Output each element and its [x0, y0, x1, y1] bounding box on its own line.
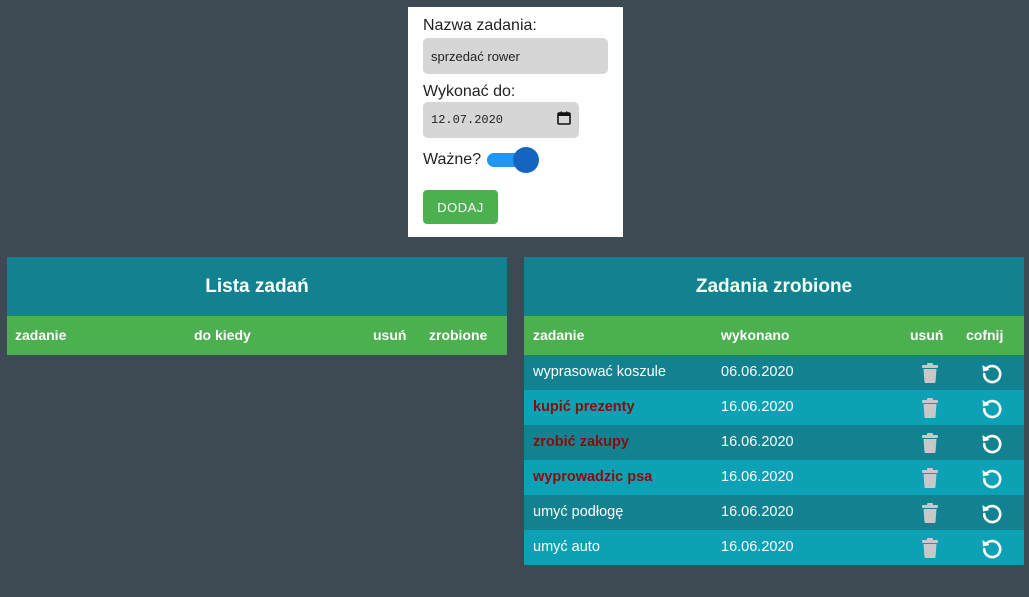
done-row: wyprasować koszule 06.06.2020: [524, 355, 1024, 390]
done-row-date: 16.06.2020: [721, 504, 794, 520]
done-row-date: 16.06.2020: [721, 469, 794, 485]
done-row: zrobić zakupy 16.06.2020: [524, 425, 1024, 460]
undo-icon[interactable]: [981, 502, 1003, 528]
important-label: Ważne?: [423, 151, 482, 168]
important-toggle[interactable]: [487, 147, 540, 173]
done-header-row: zadanie wykonano usuń cofnij: [524, 316, 1024, 355]
done-row-task: umyć podłogę: [533, 504, 624, 520]
trash-icon[interactable]: [921, 433, 939, 457]
done-col-completed: wykonano: [721, 327, 790, 343]
done-row-date: 16.06.2020: [721, 399, 794, 415]
add-task-form: Nazwa zadania: sprzedać rower Wykonać do…: [408, 7, 623, 237]
task-name-label: Nazwa zadania:: [423, 17, 537, 34]
undo-icon[interactable]: [981, 537, 1003, 563]
undo-icon[interactable]: [981, 432, 1003, 458]
calendar-icon[interactable]: [557, 111, 571, 129]
toggle-knob: [513, 147, 540, 173]
important-row: Ważne?: [423, 146, 608, 174]
add-button[interactable]: DODAJ: [423, 190, 498, 224]
done-panel-title: Zadania zrobione: [524, 257, 1024, 316]
done-col-undo: cofnij: [966, 327, 1004, 343]
due-date-input[interactable]: 12.07.2020: [423, 102, 579, 138]
todo-col-due: do kiedy: [194, 327, 251, 343]
due-date-value: 12.07.2020: [431, 113, 504, 127]
done-row-date: 06.06.2020: [721, 364, 794, 380]
done-panel: Zadania zrobione zadanie wykonano usuń c…: [524, 257, 1024, 565]
done-row-task: umyć auto: [533, 539, 600, 555]
todo-panel-title: Lista zadań: [7, 257, 507, 316]
trash-icon[interactable]: [921, 363, 939, 387]
todo-col-done: zrobione: [429, 327, 488, 343]
todo-col-delete: usuń: [373, 327, 407, 343]
done-row-task: kupić prezenty: [533, 399, 635, 415]
task-name-value: sprzedać rower: [431, 48, 520, 64]
done-row-task: wyprowadzic psa: [533, 469, 653, 485]
done-rows: wyprasować koszule 06.06.2020 kupić prez…: [524, 355, 1024, 565]
todo-col-task: zadanie: [15, 327, 67, 343]
done-col-delete: usuń: [910, 327, 944, 343]
trash-icon[interactable]: [921, 503, 939, 527]
done-row-task: wyprasować koszule: [533, 364, 666, 380]
done-row: kupić prezenty 16.06.2020: [524, 390, 1024, 425]
done-row: umyć podłogę 16.06.2020: [524, 495, 1024, 530]
undo-icon[interactable]: [981, 362, 1003, 388]
trash-icon[interactable]: [921, 468, 939, 492]
trash-icon[interactable]: [921, 538, 939, 562]
done-row-date: 16.06.2020: [721, 539, 794, 555]
undo-icon[interactable]: [981, 467, 1003, 493]
done-row-date: 16.06.2020: [721, 434, 794, 450]
todo-header-row: zadanie do kiedy usuń zrobione: [7, 316, 507, 355]
due-date-label: Wykonać do:: [423, 83, 516, 100]
undo-icon[interactable]: [981, 397, 1003, 423]
trash-icon[interactable]: [921, 398, 939, 422]
done-col-task: zadanie: [533, 327, 585, 343]
done-row: umyć auto 16.06.2020: [524, 530, 1024, 565]
task-name-input[interactable]: sprzedać rower: [423, 38, 608, 74]
done-row-task: zrobić zakupy: [533, 434, 629, 450]
done-row: wyprowadzic psa 16.06.2020: [524, 460, 1024, 495]
todo-panel: Lista zadań zadanie do kiedy usuń zrobio…: [7, 257, 507, 355]
